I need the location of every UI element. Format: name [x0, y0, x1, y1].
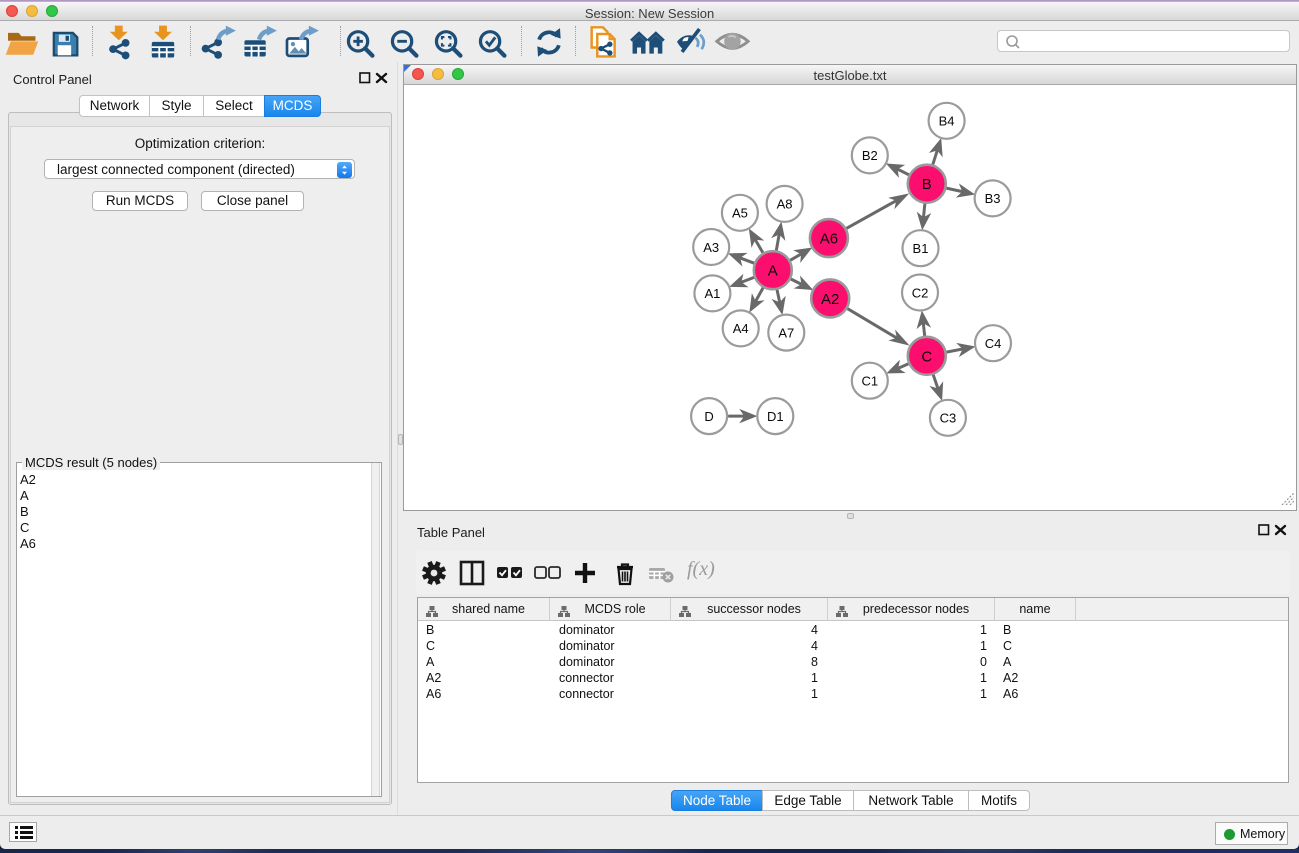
svg-text:C4: C4 — [985, 336, 1002, 351]
svg-text:B2: B2 — [862, 148, 878, 163]
svg-text:A6: A6 — [820, 230, 838, 247]
svg-text:A4: A4 — [733, 321, 749, 336]
svg-text:C1: C1 — [861, 373, 878, 388]
svg-text:A5: A5 — [732, 205, 748, 220]
svg-text:A7: A7 — [778, 325, 794, 340]
svg-text:A8: A8 — [777, 196, 793, 211]
svg-text:A3: A3 — [703, 239, 719, 254]
svg-text:B4: B4 — [939, 113, 955, 128]
svg-text:B1: B1 — [913, 241, 929, 256]
svg-text:D1: D1 — [767, 408, 784, 423]
svg-text:A: A — [768, 262, 778, 279]
svg-text:B3: B3 — [985, 191, 1001, 206]
svg-text:D: D — [704, 408, 713, 423]
svg-text:A2: A2 — [821, 290, 839, 307]
svg-text:A1: A1 — [704, 286, 720, 301]
svg-text:C3: C3 — [940, 410, 957, 425]
svg-text:C: C — [921, 348, 932, 365]
svg-text:C2: C2 — [912, 285, 929, 300]
svg-text:B: B — [922, 176, 932, 193]
